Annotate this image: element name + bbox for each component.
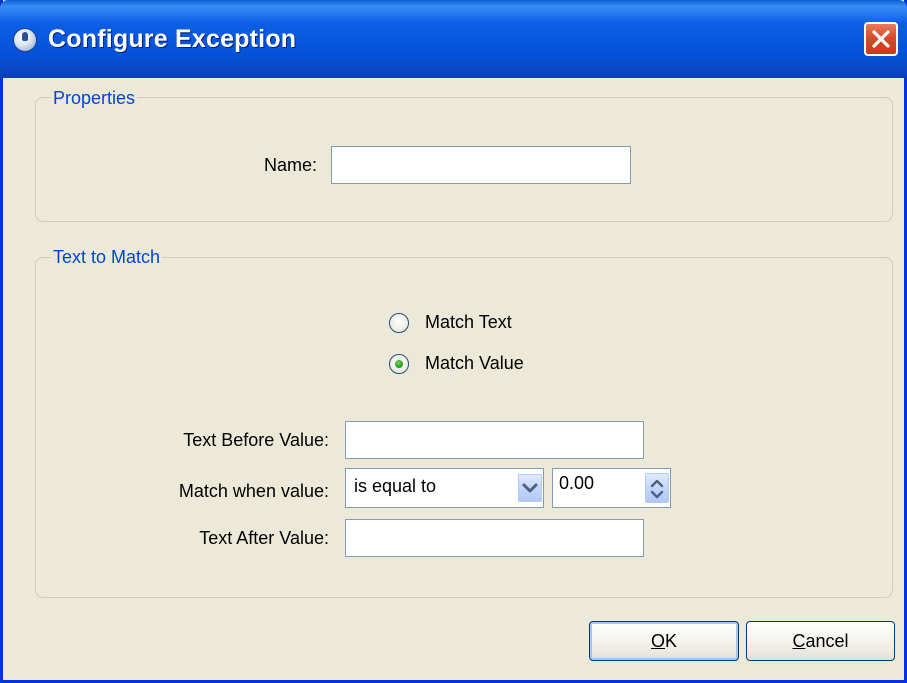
cancel-button-label: ancel — [805, 631, 849, 651]
name-input[interactable] — [331, 146, 631, 184]
text-after-value-input[interactable] — [345, 519, 644, 557]
text-before-value-input[interactable] — [345, 421, 644, 459]
dialog-window: Configure Exception Properties Name: Tex… — [0, 0, 907, 683]
ok-button[interactable]: OK — [589, 621, 739, 661]
cancel-button[interactable]: Cancel — [746, 621, 895, 661]
title-bar[interactable]: Configure Exception — [0, 0, 907, 78]
ok-button-label: K — [665, 631, 678, 651]
spinner-buttons[interactable] — [645, 473, 669, 503]
match-value-spinner[interactable]: 0.00 — [552, 468, 671, 508]
cancel-button-accel: C — [792, 631, 806, 651]
ok-button-accel: O — [650, 631, 665, 651]
match-text-radio[interactable] — [389, 313, 409, 333]
text-to-match-group-label: Text to Match — [51, 247, 163, 268]
text-after-value-label: Text After Value: — [199, 528, 329, 548]
properties-group-label: Properties — [51, 88, 138, 109]
match-value-label[interactable]: Match Value — [425, 353, 524, 374]
close-icon — [872, 30, 890, 48]
match-condition-select[interactable]: is equal to — [345, 468, 544, 508]
window-title: Configure Exception — [48, 25, 297, 53]
close-button[interactable] — [864, 22, 898, 56]
match-value-spinner-value: 0.00 — [559, 473, 595, 493]
match-value-radio[interactable] — [389, 354, 409, 374]
match-text-label[interactable]: Match Text — [425, 312, 512, 333]
dropdown-arrow-button[interactable] — [518, 474, 542, 502]
match-when-value-label: Match when value: — [178, 481, 329, 501]
app-icon — [13, 28, 37, 52]
spin-down-icon[interactable] — [646, 474, 668, 504]
name-label: Name: — [263, 155, 317, 175]
chevron-down-icon — [522, 483, 538, 493]
match-condition-value: is equal to — [354, 476, 437, 496]
radio-selected-dot — [395, 360, 403, 368]
text-before-value-label: Text Before Value: — [183, 430, 329, 450]
